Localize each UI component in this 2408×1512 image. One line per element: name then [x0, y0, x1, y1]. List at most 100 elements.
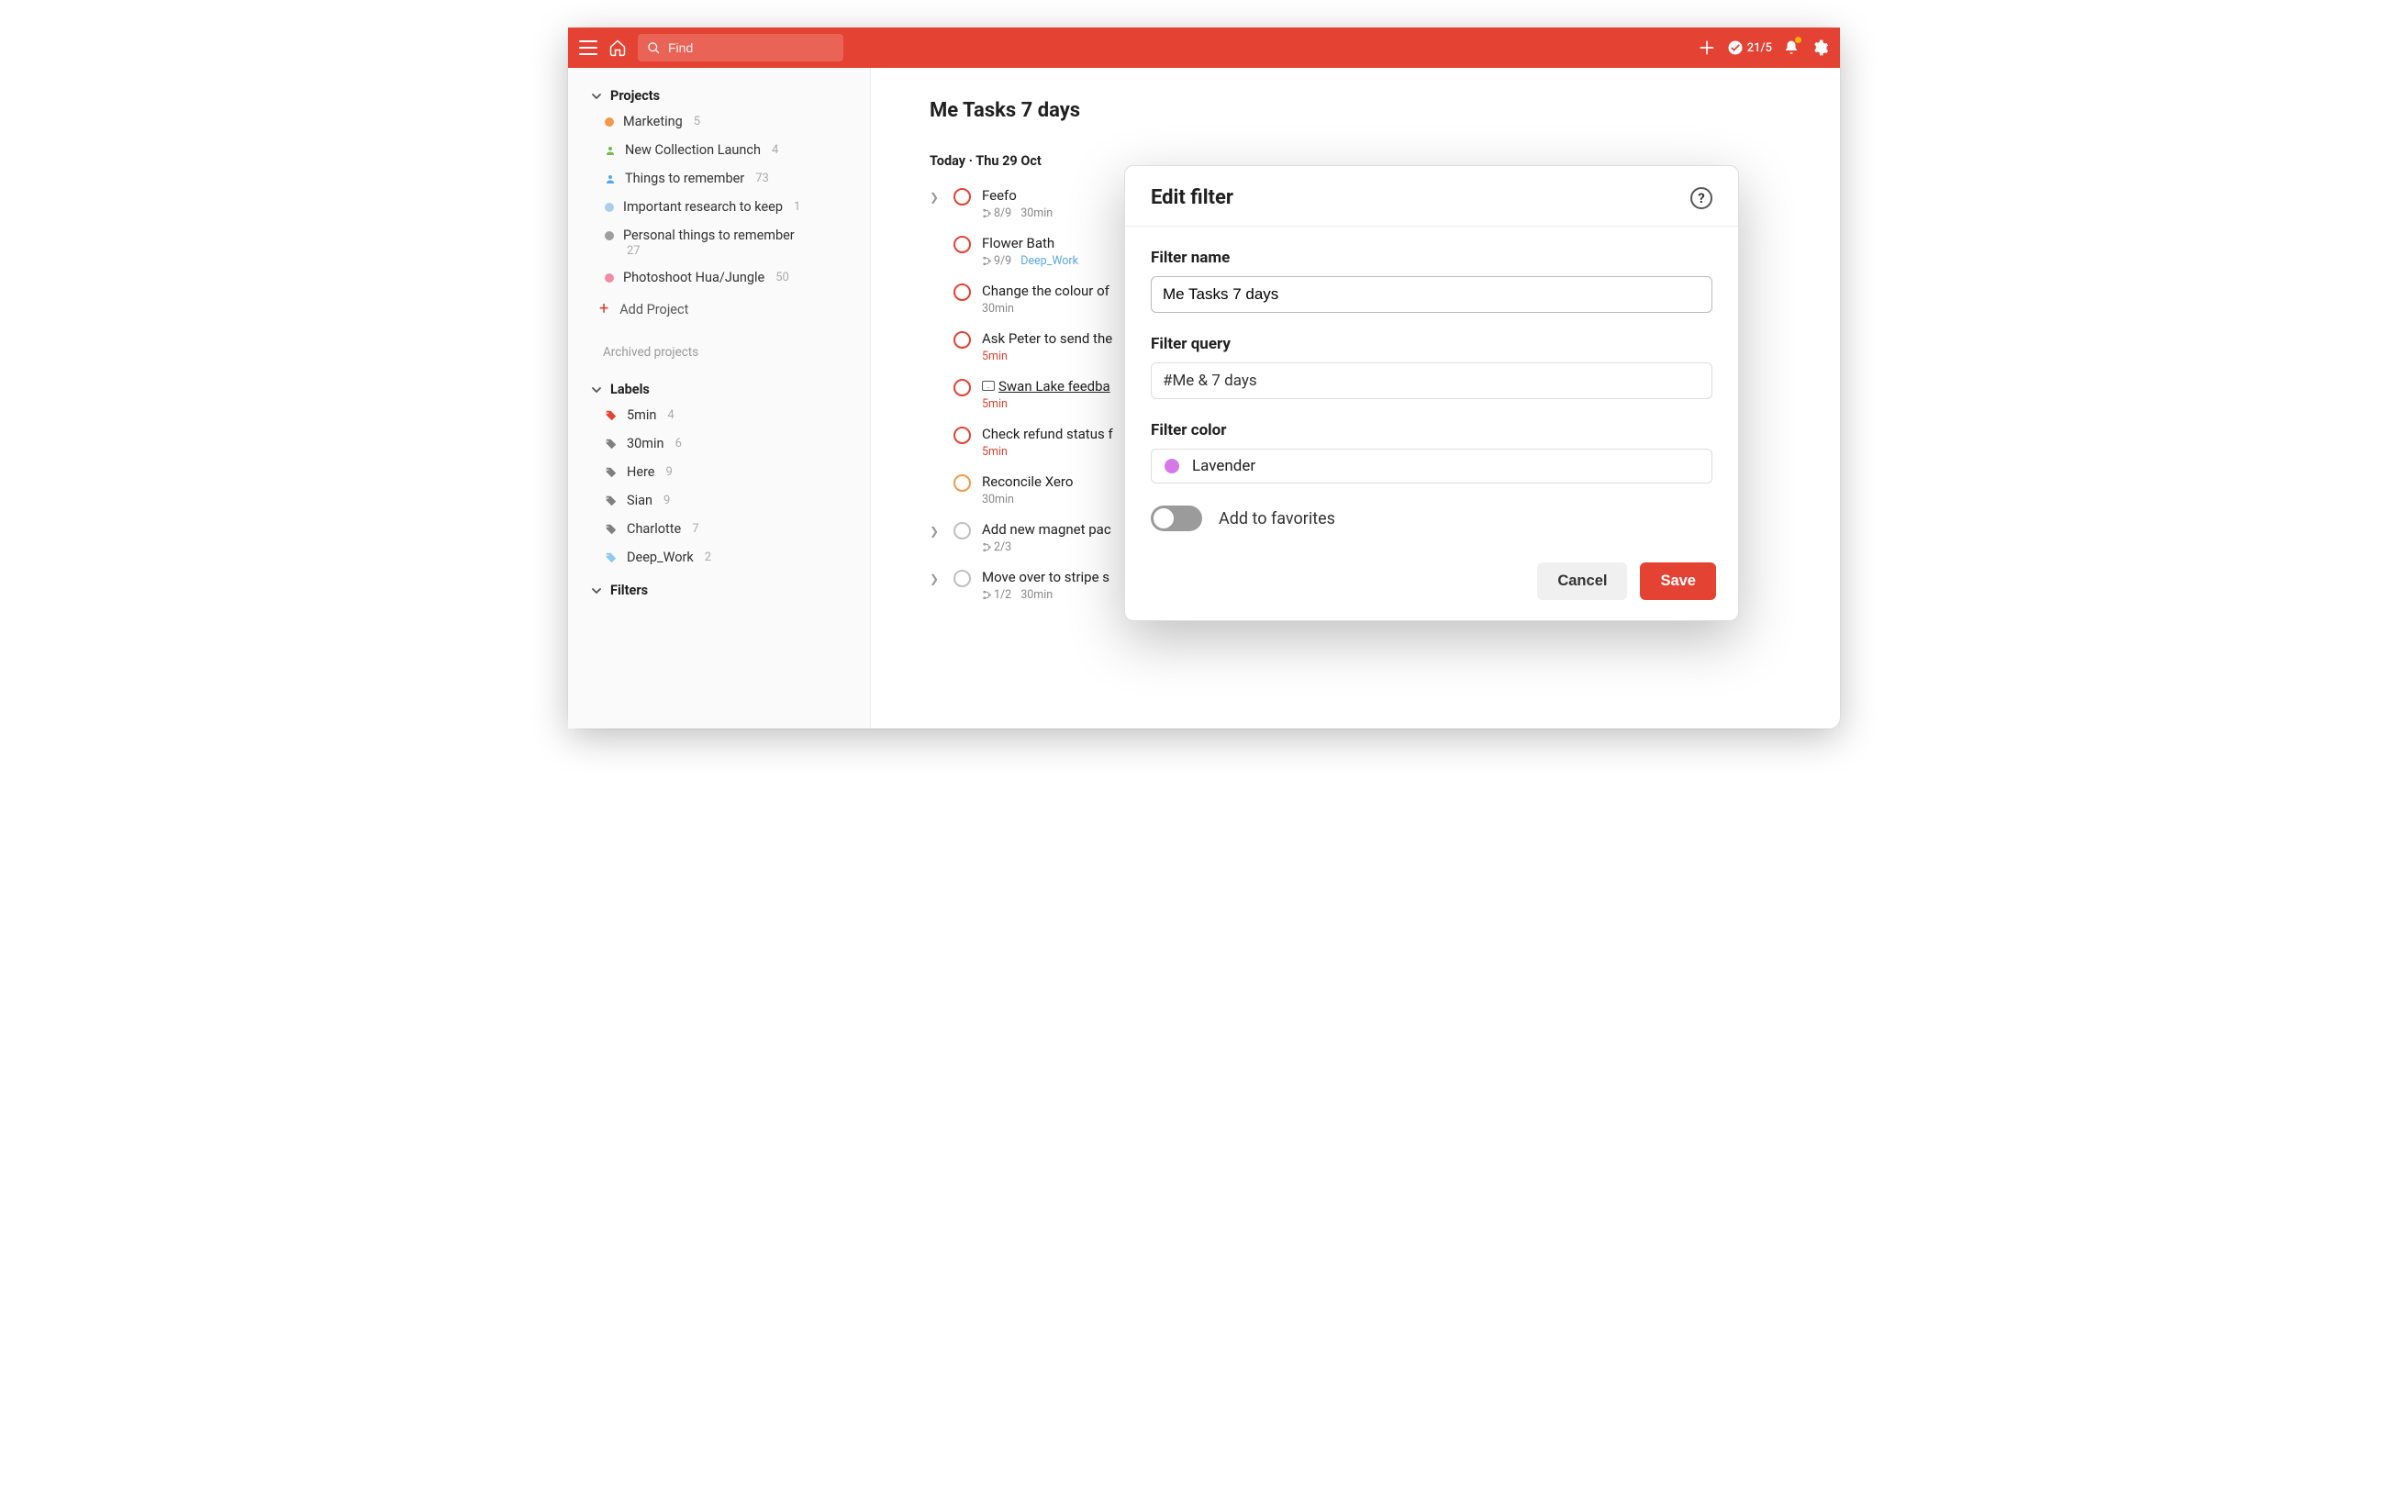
label-count: 7 [692, 522, 698, 536]
search-box[interactable] [638, 34, 843, 61]
tag-icon [605, 495, 618, 507]
subtask-icon: 8/9 [982, 206, 1011, 220]
sidebar-label-item[interactable]: 30min6 [586, 429, 864, 458]
check-circle-icon [1727, 39, 1744, 56]
filter-color-name: Lavender [1192, 457, 1255, 475]
task-checkbox[interactable] [953, 331, 971, 349]
filter-color-select[interactable]: Lavender [1151, 449, 1712, 484]
subtask-count: 1/2 [994, 588, 1011, 602]
sidebar-project-item[interactable]: Photoshoot Hua/Jungle 50 [586, 263, 864, 292]
task-label: Deep_Work [1020, 254, 1078, 268]
task-title: Check refund status f [982, 426, 1113, 442]
chevron-right-icon[interactable]: ❯ [930, 569, 942, 585]
filter-query-input[interactable]: #Me & 7 days [1151, 362, 1712, 399]
project-name: Marketing [623, 114, 683, 129]
filter-query-label: Filter query [1151, 335, 1712, 353]
task-label: 30min [982, 493, 1014, 506]
save-button[interactable]: Save [1640, 562, 1716, 600]
sidebar-project-item[interactable]: New Collection Launch 4 [586, 136, 864, 164]
task-title: Add new magnet pac [982, 521, 1111, 538]
topbar: 21/5 [568, 28, 1840, 68]
projects-section-header[interactable]: Projects [581, 84, 864, 107]
subtask-icon: 1/2 [982, 588, 1011, 602]
task-checkbox[interactable] [953, 474, 971, 492]
project-name: New Collection Launch [625, 142, 761, 158]
label-count: 2 [705, 550, 711, 564]
task-label: 30min [982, 302, 1014, 316]
project-name: Personal things to remember [623, 228, 795, 243]
sidebar-label-item[interactable]: 5min4 [586, 401, 864, 429]
task-checkbox[interactable] [953, 379, 971, 396]
task-checkbox[interactable] [953, 570, 971, 587]
task-checkbox[interactable] [953, 236, 971, 253]
task-label: 30min [1020, 588, 1053, 602]
sidebar-project-item[interactable]: Marketing5 [586, 107, 864, 136]
subtask-icon: 9/9 [982, 254, 1011, 268]
task-label: 5min [982, 445, 1008, 459]
projects-label: Projects [610, 88, 660, 104]
sidebar-label-item[interactable]: Sian9 [586, 486, 864, 515]
settings-icon[interactable] [1811, 39, 1829, 57]
menu-icon[interactable] [579, 40, 597, 55]
sidebar: Projects Marketing5New Collection Launch… [568, 68, 871, 728]
project-color-icon [605, 117, 614, 127]
project-count: 4 [772, 143, 778, 157]
archived-projects-link[interactable]: Archived projects [581, 327, 864, 378]
label-name: Deep_Work [627, 550, 694, 565]
project-count: 50 [775, 271, 789, 284]
task-checkbox[interactable] [953, 522, 971, 539]
search-input[interactable] [668, 40, 834, 55]
label-count: 4 [667, 408, 674, 422]
label-name: Here [627, 464, 655, 480]
favorites-toggle-label: Add to favorites [1219, 509, 1335, 528]
chevron-down-icon [590, 90, 603, 103]
labels-label: Labels [610, 382, 650, 397]
subtask-count: 9/9 [994, 254, 1011, 268]
label-name: Charlotte [627, 521, 681, 537]
help-icon[interactable]: ? [1690, 187, 1712, 209]
page-title: Me Tasks 7 days [930, 99, 1840, 122]
sidebar-label-item[interactable]: Charlotte 7 [586, 515, 864, 543]
project-color-icon [605, 203, 614, 212]
task-checkbox[interactable] [953, 188, 971, 206]
productivity-button[interactable]: 21/5 [1727, 39, 1772, 56]
tag-icon [605, 409, 618, 422]
edit-filter-dialog: Edit filter ? Filter name Filter query #… [1124, 165, 1739, 621]
labels-section-header[interactable]: Labels [581, 378, 864, 401]
task-checkbox[interactable] [953, 427, 971, 444]
task-title: Swan Lake feedba [982, 378, 1110, 395]
filters-section-header[interactable]: Filters [581, 579, 864, 602]
add-project-button[interactable]: + Add Project [581, 292, 864, 327]
plus-icon: + [599, 301, 608, 317]
chevron-down-icon [590, 584, 603, 597]
sidebar-project-item[interactable]: Things to remember73 [586, 164, 864, 193]
search-icon [647, 41, 661, 55]
notifications-icon[interactable] [1783, 39, 1800, 57]
project-name: Things to remember [625, 171, 744, 186]
task-title: Flower Bath [982, 235, 1078, 251]
quick-add-icon[interactable] [1698, 39, 1716, 57]
sidebar-label-item[interactable]: Here9 [586, 458, 864, 486]
sidebar-project-item[interactable]: Important research to keep1 [586, 193, 864, 221]
task-title: Reconcile Xero [982, 473, 1073, 490]
filters-label: Filters [610, 583, 648, 598]
favorites-toggle[interactable] [1151, 506, 1202, 531]
sidebar-label-item[interactable]: Deep_Work 2 [586, 543, 864, 572]
chevron-down-icon [590, 384, 603, 396]
label-name: Sian [627, 493, 652, 508]
filter-name-input[interactable] [1151, 276, 1712, 313]
cancel-button[interactable]: Cancel [1537, 562, 1627, 600]
task-checkbox[interactable] [953, 284, 971, 301]
karma-count: 21/5 [1747, 41, 1772, 55]
project-name: Photoshoot Hua/Jungle [623, 270, 764, 285]
task-title: Change the colour of [982, 283, 1109, 299]
task-title: Ask Peter to send the [982, 330, 1112, 347]
color-swatch-icon [1165, 459, 1179, 473]
home-icon[interactable] [608, 39, 627, 57]
chevron-right-icon[interactable]: ❯ [930, 187, 942, 204]
project-count: 27 [586, 244, 864, 258]
subtask-count: 2/3 [994, 540, 1011, 554]
tag-icon [605, 466, 618, 479]
chevron-right-icon[interactable]: ❯ [930, 521, 942, 538]
label-count: 6 [675, 437, 682, 450]
